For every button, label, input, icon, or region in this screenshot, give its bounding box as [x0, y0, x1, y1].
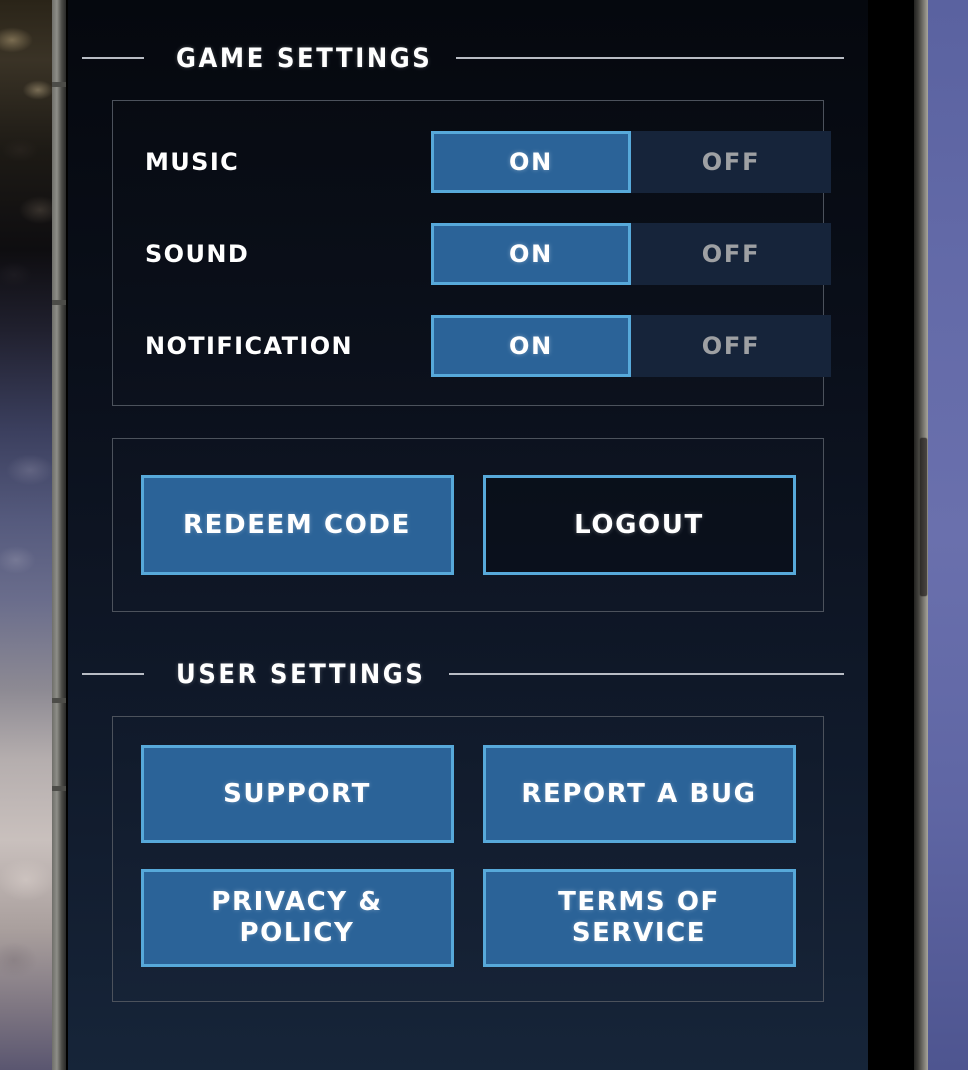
toggle-label-notification: NOTIFICATION — [145, 332, 354, 360]
toggle-track-sound[interactable]: ON OFF — [431, 223, 831, 285]
wallpaper-gradient-right — [928, 0, 968, 1070]
user-settings-header: USER SETTINGS — [68, 654, 868, 694]
toggle-music-on[interactable]: ON — [431, 131, 631, 193]
toggle-sound-on[interactable]: ON — [431, 223, 631, 285]
report-a-bug-button[interactable]: REPORT A BUG — [482, 745, 796, 843]
app-screen: GAME SETTINGS MUSIC ON OFF SOUND ON OFF — [68, 0, 868, 1070]
header-rule-left — [82, 57, 144, 59]
toggle-label-sound: SOUND — [145, 240, 250, 268]
user-settings-panel: SUPPORT REPORT A BUG PRIVACY & POLICY TER… — [112, 716, 824, 1002]
power-button[interactable] — [920, 438, 927, 596]
terms-of-service-button[interactable]: TERMS OF SERVICE — [482, 869, 796, 967]
toggle-track-music[interactable]: ON OFF — [431, 131, 831, 193]
wallpaper-photo-left — [0, 0, 52, 1070]
user-header-rule-left — [82, 673, 144, 675]
toggle-notification-on[interactable]: ON — [431, 315, 631, 377]
game-settings-header: GAME SETTINGS — [68, 38, 868, 78]
user-header-rule-right — [449, 673, 844, 675]
device-left-rail — [52, 0, 66, 1070]
account-actions-panel: REDEEM CODE LOGOUT — [112, 438, 824, 612]
user-settings-title: USER SETTINGS — [176, 658, 426, 690]
support-button[interactable]: SUPPORT — [140, 745, 454, 843]
user-settings-button-grid: SUPPORT REPORT A BUG PRIVACY & POLICY TER… — [113, 745, 823, 967]
game-settings-title: GAME SETTINGS — [176, 42, 433, 74]
header-rule-right — [456, 57, 844, 59]
privacy-policy-button[interactable]: PRIVACY & POLICY — [140, 869, 454, 967]
logout-button[interactable]: LOGOUT — [482, 475, 796, 575]
toggle-music-off[interactable]: OFF — [631, 131, 831, 193]
device-right-rail — [914, 0, 928, 1070]
toggle-notification-off[interactable]: OFF — [631, 315, 831, 377]
desktop-backdrop: GAME SETTINGS MUSIC ON OFF SOUND ON OFF — [0, 0, 968, 1070]
toggle-track-notification[interactable]: ON OFF — [431, 315, 831, 377]
toggle-sound-off[interactable]: OFF — [631, 223, 831, 285]
game-settings-panel: MUSIC ON OFF SOUND ON OFF NOTIFICATION O… — [112, 100, 831, 406]
toggle-row-music: MUSIC ON OFF — [113, 131, 831, 193]
toggle-label-music: MUSIC — [145, 148, 240, 176]
toggle-row-notification: NOTIFICATION ON OFF — [113, 315, 831, 377]
redeem-code-button[interactable]: REDEEM CODE — [140, 475, 454, 575]
toggle-row-sound: SOUND ON OFF — [113, 223, 831, 285]
